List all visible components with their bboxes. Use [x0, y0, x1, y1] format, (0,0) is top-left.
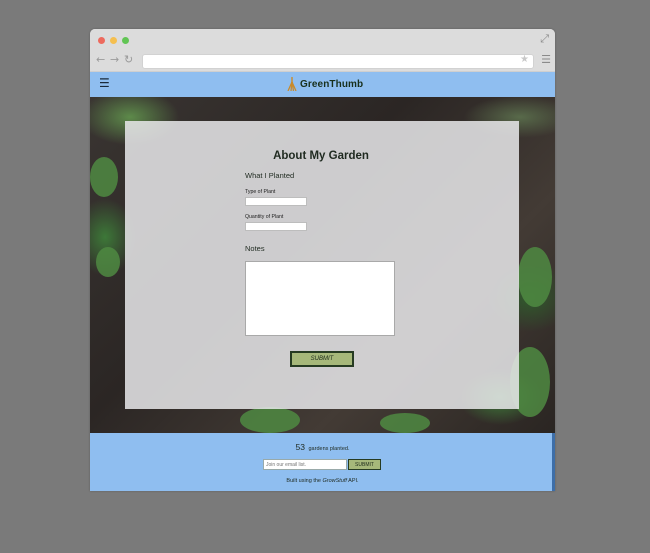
garden-form-card: About My Garden What I Planted Type of P… — [125, 121, 519, 409]
gardens-stat-text: gardens planted. — [308, 446, 350, 452]
logo-text: GreenThumb — [300, 78, 364, 90]
leaf-decoration — [96, 247, 120, 277]
reload-button[interactable]: ↻ — [124, 53, 133, 66]
type-of-plant-label: Type of Plant — [245, 189, 276, 195]
leaf-decoration — [518, 247, 552, 307]
quantity-of-plant-label: Quantity of Plant — [245, 214, 284, 220]
page-title: About My Garden — [273, 150, 369, 162]
type-of-plant-input[interactable] — [245, 197, 307, 206]
leaf-decoration — [380, 413, 430, 433]
page-viewport: ☰ GreenThumb About My Garden What I Plan… — [90, 72, 555, 491]
browser-window: ⤢ ← → ↻ ★ ☰ ☰ GreenThumb About My Garden… — [90, 29, 555, 491]
credit-suffix: API. — [346, 478, 359, 484]
gardens-stat: 53 gardens planted. — [90, 442, 555, 452]
email-signup-input[interactable] — [263, 459, 347, 470]
site-logo[interactable]: GreenThumb — [287, 77, 363, 91]
maximize-window-button[interactable] — [122, 37, 129, 44]
notes-textarea[interactable] — [245, 261, 395, 336]
back-button[interactable]: ← — [96, 53, 105, 66]
bookmark-star-icon[interactable]: ★ — [520, 54, 529, 65]
close-window-button[interactable] — [98, 37, 105, 44]
address-bar[interactable] — [142, 54, 534, 69]
gardens-count: 53 — [295, 442, 305, 452]
email-submit-button[interactable]: SUBMIT — [348, 459, 381, 470]
browser-toolbar: ← → ↻ ★ ☰ — [90, 51, 555, 72]
api-credit: Built using the GrowStuff API. — [90, 478, 555, 484]
leaf-decoration — [240, 407, 300, 433]
rake-logo-icon — [287, 77, 297, 91]
minimize-window-button[interactable] — [110, 37, 117, 44]
site-header: ☰ GreenThumb — [90, 72, 555, 97]
credit-prefix: Built using the — [286, 478, 323, 484]
hamburger-icon[interactable]: ☰ — [99, 76, 110, 90]
hero-garden-background: About My Garden What I Planted Type of P… — [90, 97, 555, 433]
section-heading-notes: Notes — [245, 244, 265, 253]
title-bar: ⤢ — [90, 29, 555, 51]
quantity-of-plant-input[interactable] — [245, 222, 307, 231]
submit-button[interactable]: SUBMIT — [290, 351, 354, 367]
scrollbar[interactable] — [552, 433, 555, 491]
site-footer: 53 gardens planted. SUBMIT Built using t… — [90, 433, 555, 491]
section-heading-planted: What I Planted — [245, 171, 295, 180]
growstuff-link[interactable]: GrowStuff — [323, 478, 347, 484]
forward-button[interactable]: → — [110, 53, 119, 66]
fullscreen-icon[interactable]: ⤢ — [540, 32, 549, 46]
leaf-decoration — [90, 157, 118, 197]
browser-menu-icon[interactable]: ☰ — [541, 53, 551, 66]
